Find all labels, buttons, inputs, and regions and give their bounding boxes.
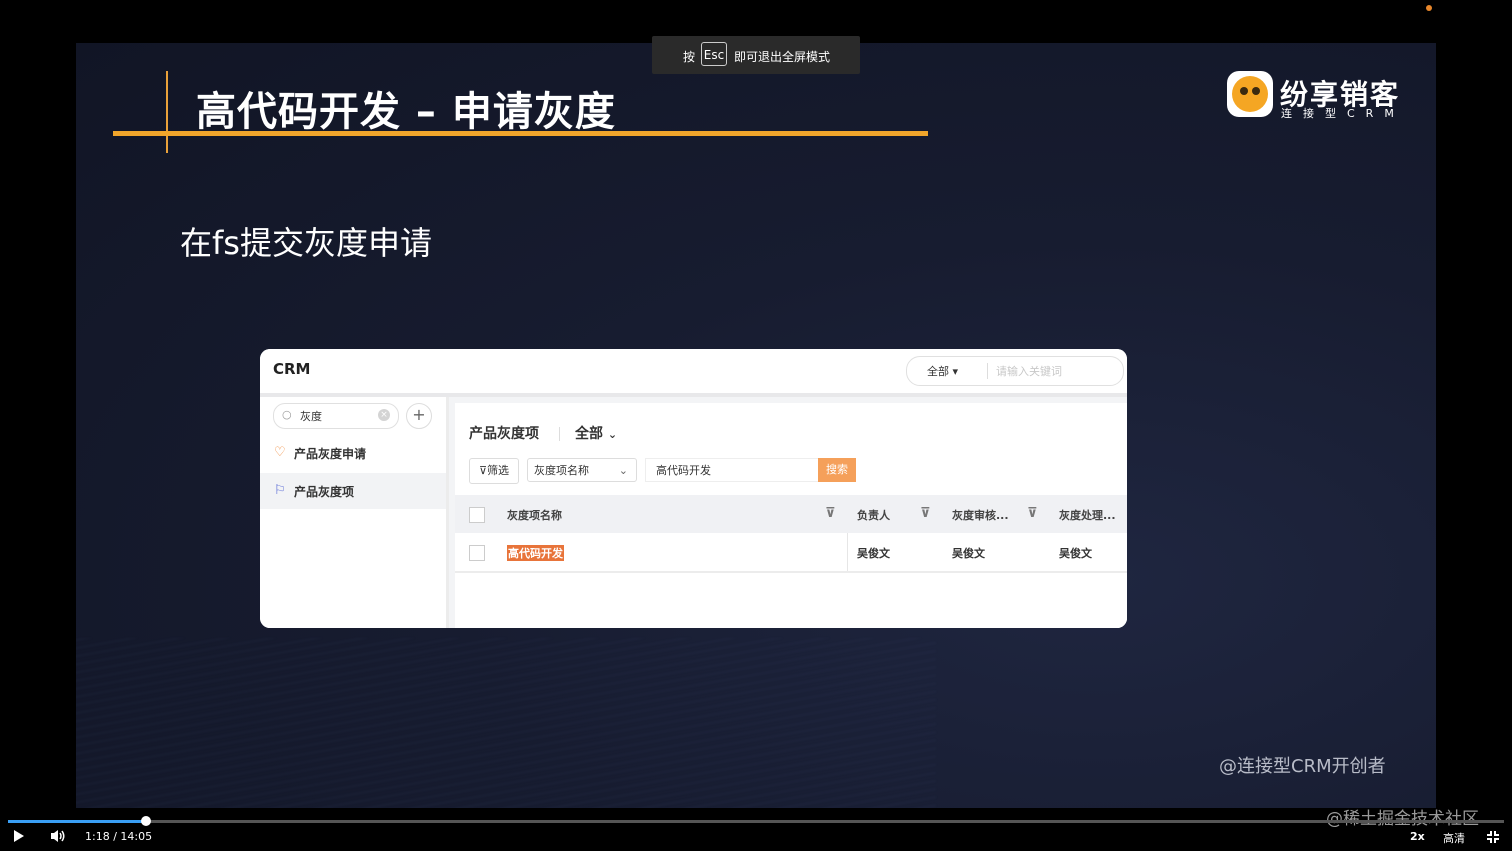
brand-subtitle: 连接型CRM (1281, 107, 1405, 120)
crm-main: 产品灰度项 全部 ⌄ ⊽筛选 灰度项名称 ⌄ 高代码开发 搜索 灰度项名称 ⊽ 负… (449, 397, 1127, 628)
row-reviewer: 吴俊文 (952, 547, 985, 560)
speed-button[interactable]: 2x (1410, 830, 1425, 843)
select-all-checkbox[interactable] (469, 507, 485, 523)
notification-dot (1426, 5, 1432, 11)
sidebar-search-input[interactable]: ○ 灰度 × (273, 403, 399, 429)
sidebar-item-gray-request[interactable]: ♡ 产品灰度申请 (260, 435, 446, 471)
tip-prefix: 按 (683, 50, 696, 64)
exit-fullscreen-icon[interactable] (1486, 830, 1500, 844)
quality-button[interactable]: 高清 (1443, 830, 1465, 846)
volume-icon[interactable] (50, 829, 66, 843)
field-select[interactable]: 灰度项名称 ⌄ (527, 458, 637, 482)
filter-button[interactable]: ⊽筛选 (469, 458, 519, 484)
esc-key: Esc (701, 42, 727, 66)
table-header: 灰度项名称 ⊽ 负责人 ⊽ 灰度审核... ⊽ 灰度处理... (455, 495, 1127, 533)
column-divider (847, 533, 848, 571)
crm-search-scope[interactable]: 全部 ▾ (927, 363, 958, 379)
clear-icon[interactable]: × (378, 409, 390, 421)
progress-fill (8, 820, 147, 823)
crm-logo: CRM (273, 360, 311, 378)
slide-subtitle: 在fs提交灰度申请 (180, 224, 432, 262)
add-icon[interactable]: + (406, 403, 432, 429)
table-row[interactable]: 高代码开发 吴俊文 吴俊文 吴俊文 (455, 533, 1127, 573)
crm-header: CRM 全部 ▾ 请输入关键词 (260, 349, 1127, 397)
sidebar-item-label: 产品灰度项 (294, 485, 355, 499)
background-wave (76, 638, 936, 808)
list-title: 产品灰度项 (469, 426, 539, 442)
crm-list-panel: 产品灰度项 全部 ⌄ ⊽筛选 灰度项名称 ⌄ 高代码开发 搜索 灰度项名称 ⊽ 负… (455, 403, 1127, 628)
sidebar-search-value: 灰度 (300, 410, 322, 423)
video-slide: 高代码开发 – 申请灰度 纷享销客 连接型CRM 在fs提交灰度申请 CRM 全… (76, 43, 1436, 808)
search-icon: ○ (282, 408, 292, 421)
caret-down-icon: ▾ (952, 365, 959, 378)
crm-screenshot: CRM 全部 ▾ 请输入关键词 ○ 灰度 × + ♡ 产品灰度申请 ⚐ 产品灰度… (260, 349, 1127, 628)
keyword-input[interactable]: 高代码开发 (645, 458, 819, 482)
list-scope-dropdown[interactable]: 全部 ⌄ (575, 423, 617, 443)
slide-watermark: @连接型CRM开创者 (1219, 756, 1386, 777)
sidebar-item-label: 产品灰度申请 (294, 447, 367, 461)
filter-icon[interactable]: ⊽ (825, 506, 836, 521)
filter-icon[interactable]: ⊽ (920, 506, 931, 521)
column-header[interactable]: 灰度审核... (952, 507, 1009, 523)
brand-logo-icon (1227, 71, 1273, 117)
filter-icon[interactable]: ⊽ (1027, 506, 1038, 521)
tip-suffix: 即可退出全屏模式 (734, 50, 831, 64)
time-display: 1:18 / 14:05 (85, 830, 153, 843)
column-header[interactable]: 灰度处理... (1059, 507, 1116, 523)
search-button[interactable]: 搜索 (818, 458, 856, 482)
crm-search-input[interactable]: 请输入关键词 (987, 363, 1062, 379)
slide-title: 高代码开发 – 申请灰度 (196, 89, 616, 135)
chevron-down-icon: ⌄ (618, 464, 628, 477)
row-owner: 吴俊文 (857, 547, 890, 560)
title-vertical-line (166, 71, 168, 153)
heart-icon: ♡ (274, 445, 286, 460)
column-header[interactable]: 灰度项名称 (507, 507, 562, 523)
play-icon[interactable] (14, 830, 24, 842)
crm-global-search[interactable]: 全部 ▾ 请输入关键词 (906, 356, 1124, 386)
fullscreen-exit-tip: 按 Esc 即可退出全屏模式 (652, 36, 860, 74)
title-divider (559, 427, 560, 441)
column-header[interactable]: 负责人 (857, 507, 890, 523)
site-watermark: @稀土掘金技术社区 (1326, 809, 1479, 829)
flag-icon: ⚐ (274, 483, 286, 498)
row-handler: 吴俊文 (1059, 547, 1092, 560)
row-checkbox[interactable] (469, 545, 485, 561)
chevron-down-icon: ⌄ (607, 428, 618, 441)
progress-bar[interactable] (8, 816, 1504, 826)
row-name-link[interactable]: 高代码开发 (507, 545, 564, 561)
crm-sidebar: ○ 灰度 × + ♡ 产品灰度申请 ⚐ 产品灰度项 (260, 397, 449, 628)
filter-icon: ⊽ (478, 464, 488, 477)
progress-handle[interactable] (141, 816, 152, 826)
sidebar-item-gray-items[interactable]: ⚐ 产品灰度项 (260, 473, 446, 509)
